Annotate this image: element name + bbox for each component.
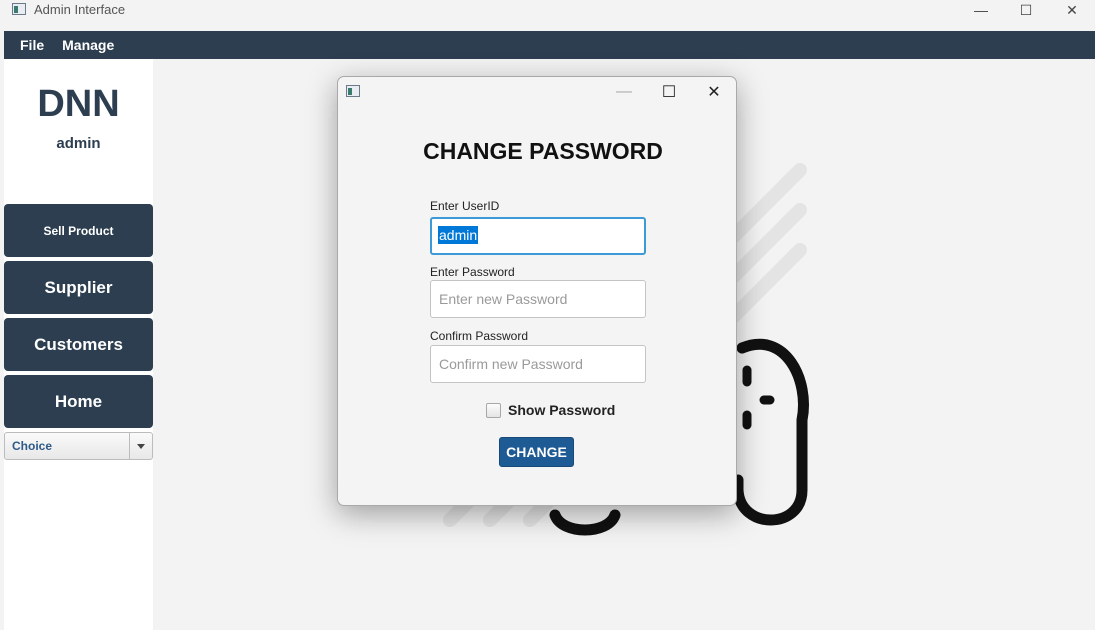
menu-manage[interactable]: Manage: [62, 37, 114, 53]
app-window-icon: [346, 85, 360, 97]
home-button[interactable]: Home: [4, 375, 153, 428]
choice-dropdown-label: Choice: [12, 439, 53, 453]
title-bar: Admin Interface — ☐ ✕: [0, 0, 1095, 31]
sell-product-button[interactable]: Sell Product: [4, 204, 153, 257]
show-password-row[interactable]: Show Password: [486, 402, 615, 418]
choice-dropdown[interactable]: Choice: [4, 432, 153, 460]
userid-value: admin: [438, 226, 479, 244]
change-button[interactable]: CHANGE: [499, 437, 574, 467]
confirm-password-field[interactable]: [430, 345, 646, 383]
change-password-dialog: — ☐ ✕ CHANGE PASSWORD Enter UserID admin…: [337, 76, 737, 506]
user-role: admin: [56, 135, 101, 152]
minimize-icon[interactable]: —: [958, 0, 1004, 20]
password-label: Enter Password: [430, 265, 515, 279]
show-password-label[interactable]: Show Password: [508, 402, 615, 418]
maximize-icon[interactable]: ☐: [1003, 0, 1049, 20]
device-outline-bottom: [549, 509, 621, 536]
dialog-title: CHANGE PASSWORD: [423, 138, 663, 164]
close-icon[interactable]: ✕: [1049, 0, 1095, 20]
menu-bar: File Manage: [4, 31, 1095, 59]
minimize-icon[interactable]: —: [602, 81, 646, 103]
password-field[interactable]: [430, 280, 646, 318]
customers-button[interactable]: Customers: [4, 318, 153, 371]
sidebar: DNN admin Sell Product Supplier Customer…: [4, 59, 153, 630]
supplier-button[interactable]: Supplier: [4, 261, 153, 314]
close-icon[interactable]: ✕: [692, 81, 736, 103]
brand-logo-text: DNN: [37, 83, 120, 125]
menu-file[interactable]: File: [20, 37, 44, 53]
userid-label: Enter UserID: [430, 199, 500, 213]
chevron-down-icon[interactable]: [129, 433, 152, 459]
app-window-icon: [12, 3, 26, 15]
maximize-icon[interactable]: ☐: [647, 81, 691, 103]
show-password-checkbox[interactable]: [486, 402, 501, 418]
confirm-password-label: Confirm Password: [430, 329, 529, 343]
window-title: Admin Interface: [34, 2, 126, 17]
